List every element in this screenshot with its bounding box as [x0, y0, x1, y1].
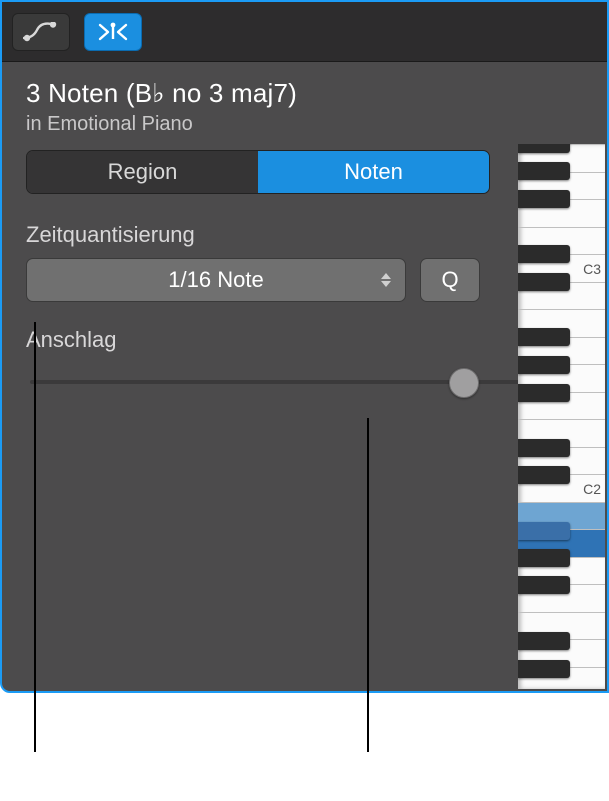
inspector-tabs: Region Noten [26, 150, 490, 194]
callout-line-quantize [34, 322, 36, 752]
velocity-label: Anschlag [26, 327, 117, 353]
quantize-value-text: 1/16 Note [168, 267, 263, 293]
merge-regions-icon [93, 21, 133, 43]
tab-notes[interactable]: Noten [258, 151, 489, 193]
velocity-slider[interactable] [2, 362, 607, 402]
automation-curves-icon [23, 22, 59, 42]
piano-keyboard[interactable]: C3 C2 [518, 144, 605, 689]
popup-chevrons-icon [381, 259, 391, 301]
velocity-row: Anschlag 101 [2, 302, 607, 362]
toolbar [2, 2, 607, 62]
keyboard-label-c3: C3 [583, 261, 601, 277]
merge-regions-button[interactable] [84, 13, 142, 51]
quantize-label: Zeitquantisierung [2, 194, 607, 258]
quantize-row: 1/16 Note Q [2, 258, 607, 302]
callout-line-velocity [367, 418, 369, 752]
quantize-value-popup[interactable]: 1/16 Note [26, 258, 406, 302]
quantize-apply-button[interactable]: Q [420, 258, 480, 302]
slider-track [30, 380, 579, 384]
editor-panel: 3 Noten (B♭ no 3 maj7) in Emotional Pian… [0, 0, 609, 693]
keyboard-label-c2: C2 [583, 481, 601, 497]
automation-curves-button[interactable] [12, 13, 70, 51]
tab-region[interactable]: Region [27, 151, 258, 193]
slider-thumb[interactable] [449, 368, 479, 398]
region-subtitle: in Emotional Piano [26, 113, 583, 136]
selection-title: 3 Noten (B♭ no 3 maj7) [26, 78, 583, 109]
header: 3 Noten (B♭ no 3 maj7) in Emotional Pian… [2, 62, 607, 150]
